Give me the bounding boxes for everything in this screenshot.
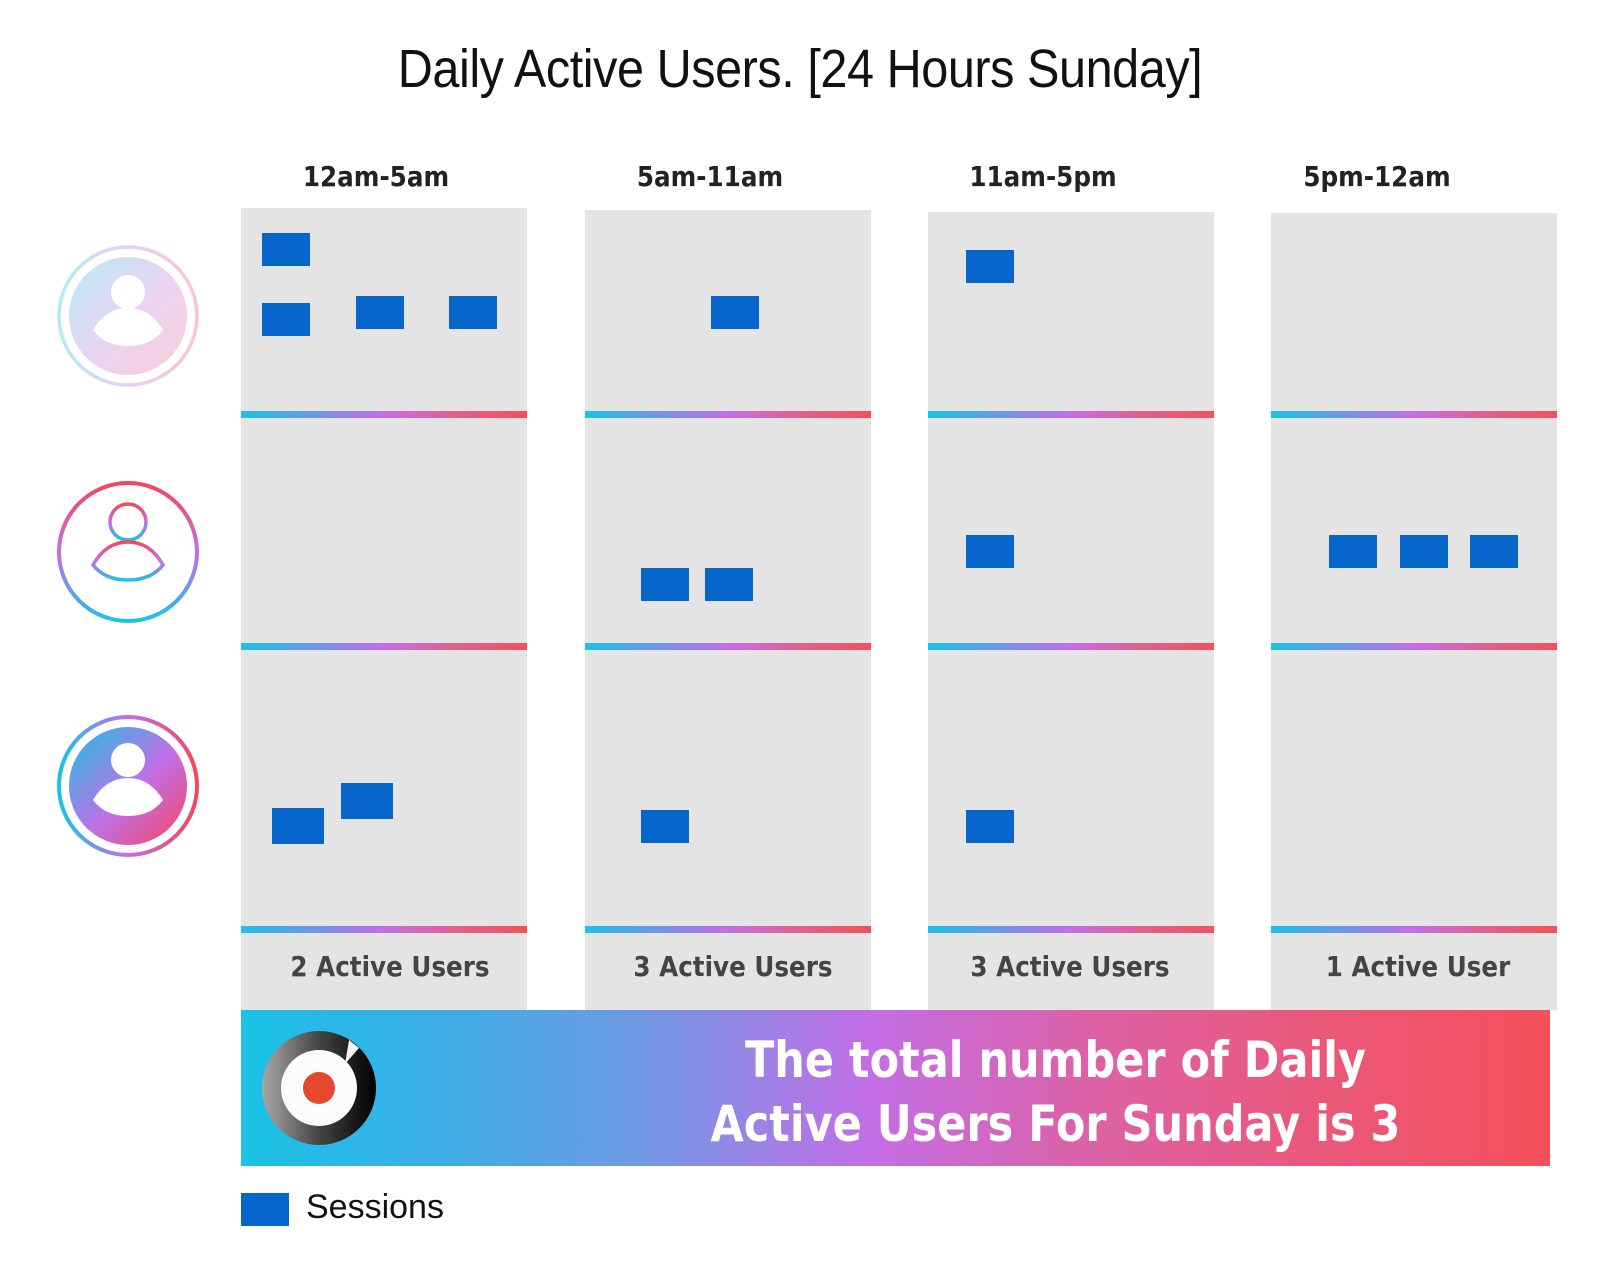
session-block [966,810,1014,843]
session-block [641,810,689,843]
user-avatar-icon-outline [57,481,199,623]
session-block [705,568,753,601]
divider-line [241,926,527,933]
column-footer-11am-5pm: 3 Active Users [970,950,1170,983]
divider-line [1271,643,1557,650]
legend-sessions-label: Sessions [306,1188,444,1226]
session-block [641,568,689,601]
target-icon [262,1031,376,1145]
column-header-12am-5am: 12am-5am [302,160,450,193]
chart-title: Daily Active Users. [24 Hours Sunday] [397,39,1203,99]
session-block [356,296,404,329]
session-block [1470,535,1518,568]
total-dau-banner: The total number of Daily Active Users F… [241,1010,1550,1166]
session-block [262,303,310,336]
column-panel-11am-5pm [928,212,1214,1010]
divider-line [585,411,871,418]
session-block [966,250,1014,283]
session-block [711,296,759,329]
divider-line [585,926,871,933]
session-block [341,783,393,819]
divider-line [1271,926,1557,933]
user-avatar-icon-light [57,245,199,387]
column-panel-5pm-12am [1271,213,1557,1010]
divider-line [928,643,1214,650]
session-block [1329,535,1377,568]
divider-line [241,643,527,650]
column-footer-5am-11am: 3 Active Users [633,950,833,983]
divider-line [585,643,871,650]
session-block [449,296,497,329]
column-footer-5pm-12am: 1 Active User [1325,950,1511,983]
session-block [262,233,310,266]
total-dau-text: The total number of Daily Active Users F… [710,1031,1401,1153]
session-block [966,535,1014,568]
divider-line [1271,411,1557,418]
column-footer-12am-5am: 2 Active Users [290,950,490,983]
divider-line [241,411,527,418]
divider-line [928,926,1214,933]
column-header-5am-11am: 5am-11am [636,160,784,193]
session-block [272,808,324,844]
session-block [1400,535,1448,568]
divider-line [928,411,1214,418]
column-header-5pm-12am: 5pm-12am [1303,160,1451,193]
column-panel-5am-11am [585,210,871,1010]
user-avatar-icon-filled [57,715,199,857]
column-header-11am-5pm: 11am-5pm [969,160,1117,193]
legend-sessions-swatch [241,1193,289,1226]
